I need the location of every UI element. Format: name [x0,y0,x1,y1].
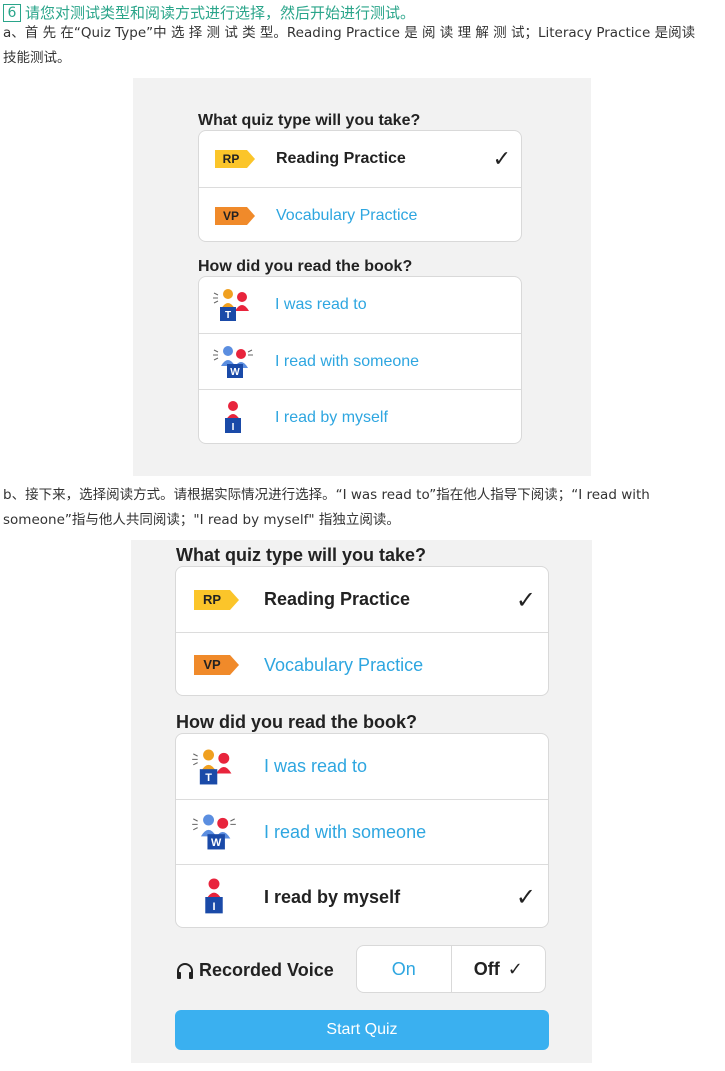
read-mode-option-by-myself[interactable]: I I read by myself [199,389,521,443]
paragraph-b: b、接下来，选择阅读方式。请根据实际情况进行选择。“I was read to”… [3,483,721,533]
read-mode-heading: How did you read the book? [176,712,418,732]
rp-tag-icon: RP [215,150,255,168]
read-mode-option-read-to[interactable]: T I was read to [176,734,548,799]
quiz-type-label: Vocabulary Practice [276,206,418,224]
voice-off-option[interactable]: Off ✓ [452,946,546,992]
check-icon: ✓ [507,958,523,980]
read-mode-label: I was read to [264,756,368,776]
independent-reading-icon: I [190,875,238,919]
read-mode-label: I was read to [275,296,367,313]
quiz-type-option-rp[interactable]: RP Reading Practice ✓ [199,131,521,187]
quiz-setup-screenshot-2: What quiz type will you take? RP Reading… [131,540,592,1063]
svg-text:T: T [225,310,231,321]
step-title-text: 请您对测试类型和阅读方式进行选择，然后开始进行测试。 [25,4,416,22]
read-mode-option-with-someone[interactable]: W I read with someone [176,799,548,864]
svg-text:T: T [205,772,212,784]
read-mode-heading: How did you read the book? [198,258,413,275]
paragraph-a-line2: 技能测试。 [3,50,71,66]
voice-on-option[interactable]: On [357,946,452,992]
paragraph-a-line1: a、首 先 在“Quiz Type”中 选 择 测 试 类 型。Reading … [3,25,696,41]
vp-tag-icon: VP [215,206,255,225]
vp-tag-icon: VP [194,655,239,675]
quiz-type-option-vp[interactable]: VP Vocabulary Practice [199,187,521,241]
svg-text:I: I [212,901,215,913]
recorded-voice-row: Recorded Voice [175,960,334,981]
teacher-reading-icon: T [211,285,255,325]
read-mode-option-by-myself[interactable]: I I read by myself ✓ [176,864,548,927]
paragraph-a: a、首 先 在“Quiz Type”中 选 择 测 试 类 型。Reading … [3,21,721,71]
quiz-type-card: RP Reading Practice ✓ VP Vocabulary Prac… [175,566,549,696]
read-mode-label: I read with someone [264,821,427,842]
check-icon: ✓ [492,146,511,172]
read-mode-option-with-someone[interactable]: W I read with someone [199,333,521,389]
step-number: 6 [3,3,21,22]
headphones-icon [175,961,195,981]
svg-text:I: I [232,422,235,433]
paired-reading-icon: W [211,342,255,382]
quiz-type-option-rp[interactable]: RP Reading Practice ✓ [176,567,548,632]
quiz-type-option-vp[interactable]: VP Vocabulary Practice [176,632,548,695]
check-icon: ✓ [515,585,536,614]
step-title: 6 请您对测试类型和阅读方式进行选择，然后开始进行测试。 [3,2,415,23]
paragraph-b-line1: b、接下来，选择阅读方式。请根据实际情况进行选择。“I was read to”… [3,487,650,503]
quiz-type-heading: What quiz type will you take? [198,112,421,129]
quiz-type-label: Vocabulary Practice [264,654,424,675]
read-mode-label: I read by myself [275,408,388,426]
read-mode-label: I read by myself [264,886,401,907]
start-quiz-button[interactable]: Start Quiz [175,1010,549,1050]
read-mode-option-read-to[interactable]: T I was read to [199,277,521,333]
paragraph-b-line2: someone”指与他人共同阅读；"I read by myself" 指独立阅… [3,512,400,528]
quiz-type-label: Reading Practice [276,150,406,167]
paired-reading-icon: W [190,810,238,854]
independent-reading-icon: I [211,398,255,438]
recorded-voice-label: Recorded Voice [199,960,334,980]
read-mode-card: T I was read to W I read with someone I … [175,733,549,928]
svg-text:W: W [211,837,222,849]
quiz-type-label: Reading Practice [264,589,411,609]
check-icon: ✓ [515,883,536,911]
quiz-type-card: RP Reading Practice ✓ VP Vocabulary Prac… [198,130,522,242]
read-mode-card: T I was read to W I read with someone I … [198,276,522,444]
read-mode-label: I read with someone [275,352,420,370]
rp-tag-icon: RP [194,589,239,610]
svg-text:W: W [230,367,240,378]
quiz-setup-screenshot-1: What quiz type will you take? RP Reading… [133,78,591,476]
teacher-reading-icon: T [190,745,238,789]
recorded-voice-toggle: On Off ✓ [356,945,546,993]
quiz-type-heading: What quiz type will you take? [176,545,427,565]
